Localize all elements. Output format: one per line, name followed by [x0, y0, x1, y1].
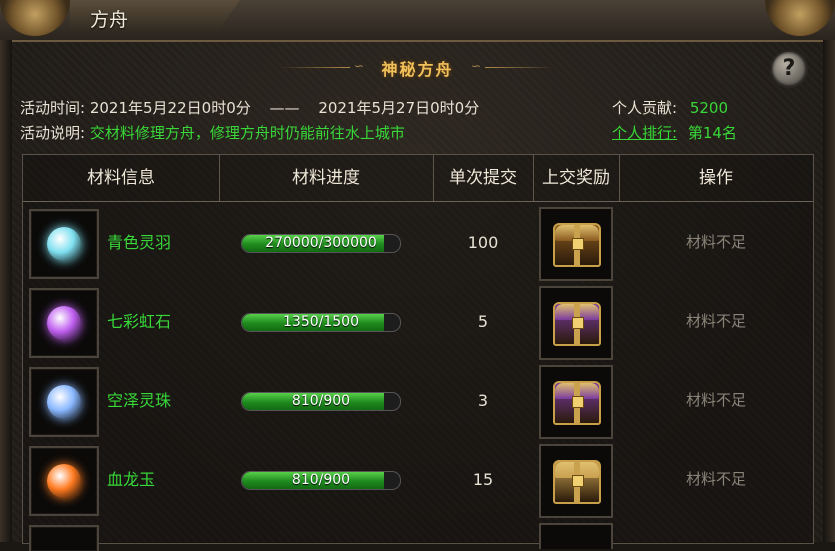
material-name: 空泽灵珠	[107, 391, 172, 410]
progress-bar: 810/900	[241, 471, 401, 490]
submit-quantity: 5	[477, 312, 489, 331]
header-material-info: 材料信息	[87, 168, 155, 188]
window-title: 方舟	[90, 9, 129, 31]
material-slot[interactable]	[29, 209, 99, 279]
header-progress: 材料进度	[292, 168, 360, 188]
table-header: 材料信息 材料进度 单次提交 上交奖励 操作	[23, 155, 813, 202]
submit-quantity: 100	[467, 233, 499, 252]
material-slot[interactable]	[29, 367, 99, 437]
table-row: 血龙玉 810/900 15 材料不足	[23, 440, 813, 519]
right-border	[823, 40, 835, 542]
progress-bar: 270000/300000	[241, 234, 401, 253]
feather-icon	[47, 227, 81, 261]
treasure-chest-icon	[553, 381, 601, 425]
header-action: 操作	[699, 168, 733, 188]
progress-bar: 1350/1500	[241, 313, 401, 332]
event-description: 活动说明: 交材料修理方舟，修理方舟时仍能前往水上城市	[20, 122, 405, 143]
header-single-submit: 单次提交	[449, 168, 517, 188]
event-banner: ∽ 神秘方舟 ∽	[280, 56, 555, 80]
material-name: 青色灵羽	[107, 233, 172, 252]
table-row-partial	[23, 519, 813, 551]
material-slot[interactable]	[29, 288, 99, 358]
banner-line	[485, 67, 555, 68]
material-name: 血龙玉	[107, 470, 156, 489]
progress-bar: 810/900	[241, 392, 401, 411]
submit-button[interactable]: 材料不足	[619, 282, 813, 361]
scroll-ornament-icon: ∽	[470, 59, 481, 73]
desc-label: 活动说明:	[20, 124, 86, 142]
event-title: 神秘方舟	[381, 60, 454, 79]
personal-contribution: 个人贡献: 5200	[612, 97, 728, 118]
reward-slot[interactable]	[539, 286, 613, 360]
time-end: 2021年5月27日0时0分	[318, 99, 480, 117]
material-slot[interactable]	[29, 446, 99, 516]
submit-button[interactable]: 材料不足	[619, 440, 813, 519]
treasure-chest-icon	[553, 223, 601, 267]
progress-text: 810/900	[291, 393, 351, 409]
dragon-jade-icon	[47, 464, 81, 498]
dragon-ornament-icon	[765, 0, 835, 36]
reward-slot[interactable]	[539, 444, 613, 518]
table-row: 空泽灵珠 810/900 3 材料不足	[23, 361, 813, 440]
desc-text: 交材料修理方舟，修理方舟时仍能前往水上城市	[89, 124, 405, 142]
left-border	[0, 40, 12, 542]
table-row: 青色灵羽 270000/300000 100 材料不足	[23, 203, 813, 282]
personal-rank: 个人排行: 第14名	[612, 122, 737, 143]
time-start: 2021年5月22日0时0分	[89, 99, 251, 117]
header-reward: 上交奖励	[542, 168, 610, 188]
rank-link[interactable]: 个人排行:	[612, 124, 677, 142]
reward-slot[interactable]	[539, 365, 613, 439]
material-name: 七彩虹石	[107, 312, 172, 331]
submit-button[interactable]: 材料不足	[619, 203, 813, 282]
material-slot	[29, 525, 99, 551]
table-row: 七彩虹石 1350/1500 5 材料不足	[23, 282, 813, 361]
progress-text: 270000/300000	[265, 235, 377, 251]
treasure-chest-icon	[553, 460, 601, 504]
materials-table: 材料信息 材料进度 单次提交 上交奖励 操作 青色灵羽 270000/30000…	[22, 154, 814, 551]
rank-value: 第14名	[687, 124, 737, 142]
dragon-ornament-icon	[0, 0, 70, 36]
submit-quantity: 3	[477, 391, 489, 410]
submit-button[interactable]: 材料不足	[619, 361, 813, 440]
help-button[interactable]: ?	[770, 50, 808, 88]
title-bar: 方舟	[0, 0, 835, 42]
contribution-label: 个人贡献:	[612, 99, 678, 117]
contribution-value: 5200	[689, 99, 729, 117]
reward-slot	[539, 523, 613, 549]
time-dash: ——	[269, 99, 300, 117]
event-time: 活动时间: 2021年5月22日0时0分 —— 2021年5月27日0时0分	[20, 97, 479, 118]
rainbow-stone-icon	[47, 306, 81, 340]
time-label: 活动时间:	[20, 99, 86, 117]
progress-text: 810/900	[291, 472, 351, 488]
spirit-pearl-icon	[47, 385, 81, 419]
progress-text: 1350/1500	[283, 314, 359, 330]
treasure-chest-icon	[553, 302, 601, 346]
reward-slot[interactable]	[539, 207, 613, 281]
submit-quantity: 15	[472, 470, 494, 489]
